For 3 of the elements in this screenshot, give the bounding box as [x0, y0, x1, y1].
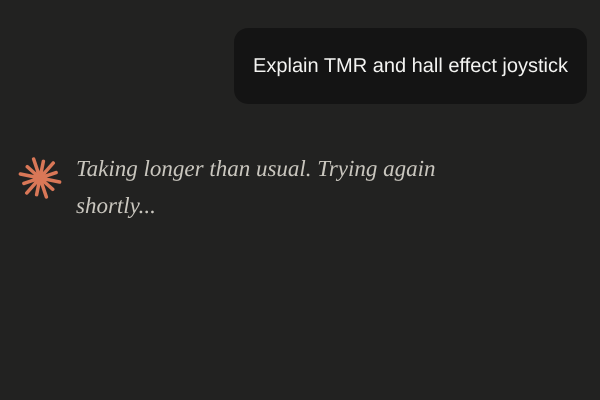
user-message: Explain TMR and hall effect joystick	[234, 28, 587, 104]
starburst-icon	[18, 156, 62, 200]
assistant-status-message: Taking longer than usual. Trying again shortly...	[76, 155, 437, 220]
